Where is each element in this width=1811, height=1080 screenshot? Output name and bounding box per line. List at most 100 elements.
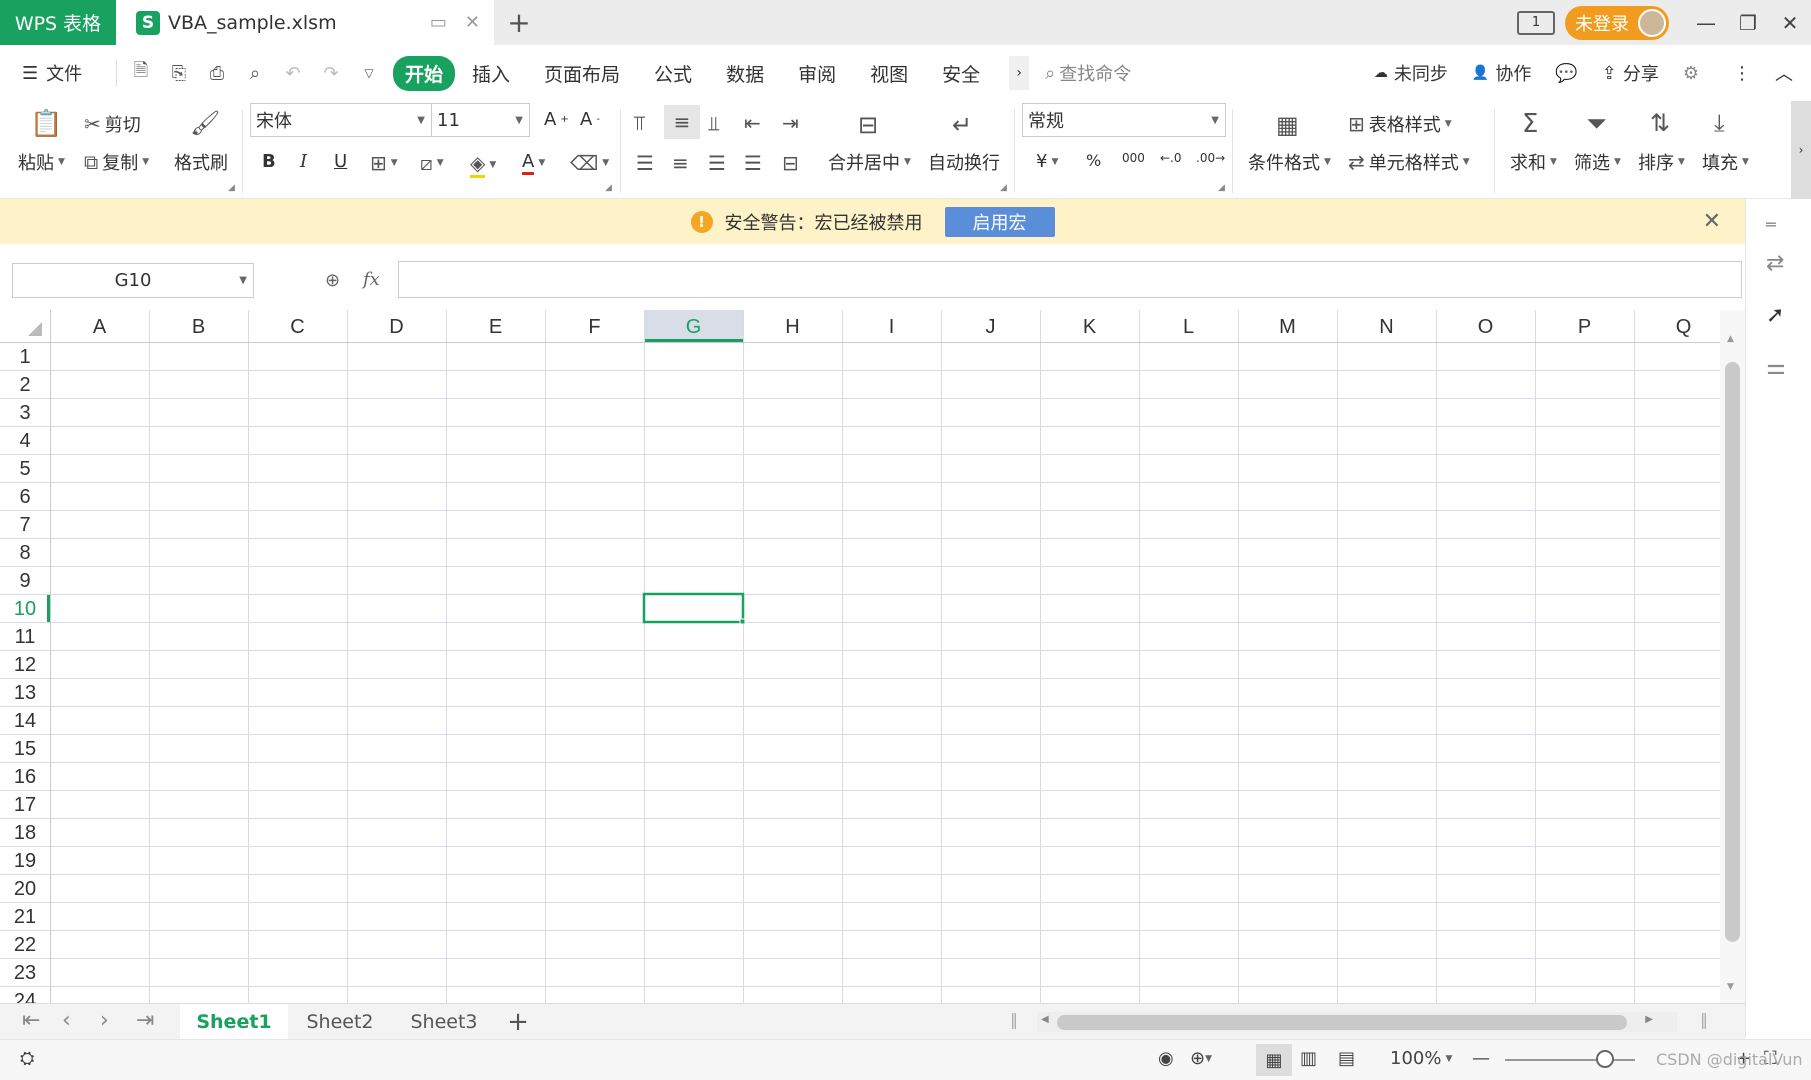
wps-home-tab[interactable]: WPS 表格 [0,0,116,45]
sort-icon[interactable]: ⇅ [1650,109,1670,137]
spreadsheet-grid[interactable]: A B C D E F G H I J K L M N O P Q 1 2 3 4 5 6 7 8 9 10 11 12 13 14 15 16… [0,310,1745,1003]
new-tab-button[interactable]: + [494,0,544,45]
row-header-5[interactable]: 5 [19,458,30,480]
column-header-k[interactable]: K [1083,316,1097,338]
align-top-icon[interactable]: ⫪ [634,111,645,135]
column-header-p[interactable]: P [1578,316,1591,338]
freeze-panes-icon[interactable]: ⊕ ▼ [1190,1048,1212,1069]
scroll-down-arrow-icon[interactable]: ▼ [1727,982,1734,992]
row-header-17[interactable]: 17 [14,794,36,816]
tab-formulas[interactable]: 公式 [637,60,709,87]
row-header-24[interactable]: 24 [14,990,36,1003]
column-header-d[interactable]: D [389,316,403,338]
decrease-indent-icon[interactable]: ⇤ [744,111,761,135]
increase-font-size-icon[interactable]: A + [544,109,569,130]
ribbon-scroll-right-chevron-icon[interactable]: › [1791,101,1811,199]
fill-handle[interactable] [739,618,746,625]
export-pdf-icon[interactable]: ⎘ [169,63,189,84]
conditional-format-icon[interactable]: ▦ [1276,111,1299,139]
add-sheet-button[interactable]: + [500,1004,536,1039]
file-menu[interactable]: ☰ 文件 [0,60,110,86]
column-header-j[interactable]: J [986,316,996,338]
zoom-level[interactable]: 100% ▼ [1390,1048,1452,1069]
zoom-slider[interactable] [1505,1059,1635,1061]
collapse-ribbon-icon[interactable]: ︿ [1763,60,1805,86]
align-left-icon[interactable]: ☰ [636,151,654,175]
window-layout-icon[interactable]: 1 [1517,10,1555,35]
table-style-button[interactable]: ⊞ 表格样式 ▼ [1348,111,1452,137]
first-sheet-icon[interactable]: ⇤ [22,1008,40,1033]
fill-down-icon[interactable]: ⤓ [1714,109,1725,137]
clear-format-icon[interactable]: ⌫ ▼ [570,151,609,175]
number-format-select[interactable]: 常规 ▼ [1022,103,1226,137]
command-search[interactable]: ⌕ 查找命令 [1045,60,1131,86]
row-header-7[interactable]: 7 [19,514,30,536]
close-tab-icon[interactable]: ✕ [465,12,480,33]
more-tabs-chevron-icon[interactable]: › [1009,56,1030,90]
align-middle-icon[interactable]: ≡ [664,105,700,139]
cut-button[interactable]: ✂ 剪切 [84,111,141,137]
row-header-11[interactable]: 11 [15,626,36,648]
format-painter-button[interactable]: 格式刷 [174,149,228,175]
print-preview-icon[interactable]: ⌕ [245,63,265,84]
selected-cell[interactable] [642,592,745,624]
font-name-select[interactable]: 宋体 ▼ [250,103,432,137]
undo-icon[interactable]: ↶ [283,63,303,84]
row-header-20[interactable]: 20 [14,878,36,900]
close-warning-icon[interactable]: ✕ [1703,209,1721,234]
panel-handle-icon[interactable]: ═ [1766,215,1776,234]
filter-funnel-icon[interactable]: ⏷ [1586,109,1607,140]
document-tab[interactable]: S VBA_sample.xlsm ▭ ✕ [116,0,494,45]
restore-icon[interactable]: ❐ [1727,0,1769,45]
insert-function-fx-icon[interactable]: fx [363,269,380,290]
bold-icon[interactable]: B [262,151,276,172]
align-right-icon[interactable]: ☰ [708,151,726,175]
column-header-n[interactable]: N [1379,316,1393,338]
align-center-icon[interactable]: ≡ [672,151,689,175]
tab-security[interactable]: 安全 [925,60,997,87]
font-color-icon[interactable]: A ▼ [522,151,545,175]
tab-view[interactable]: 视图 [853,60,925,87]
row-header-19[interactable]: 19 [14,850,36,872]
row-header-23[interactable]: 23 [14,962,36,984]
enable-macro-button[interactable]: 启用宏 [944,206,1055,237]
share-button[interactable]: ⇪ 分享 [1590,60,1671,86]
format-painter-icon[interactable]: 🖌 [190,109,220,137]
column-header-e[interactable]: E [489,316,502,338]
sum-icon[interactable]: Σ [1522,109,1538,139]
italic-icon[interactable]: I [300,151,307,172]
border-icon[interactable]: ⊞ ▼ [370,151,398,175]
column-header-b[interactable]: B [192,316,205,338]
customize-toolbar-icon[interactable]: ▽ [359,66,379,80]
column-header-i[interactable]: I [889,316,895,338]
column-header-a[interactable]: A [93,316,107,338]
sheet-tab-3[interactable]: Sheet3 [392,1004,496,1039]
grid-canvas[interactable]: A B C D E F G H I J K L M N O P Q12345678910111213141516… [0,310,1720,1003]
sort-button[interactable]: 排序 ▼ [1638,149,1685,175]
formula-input[interactable] [398,261,1742,298]
settings-gear-icon[interactable]: ⚙ [1671,63,1711,84]
more-vertical-icon[interactable]: ⋮ [1721,63,1763,84]
row-header-16[interactable]: 16 [14,766,36,788]
monitor-icon[interactable]: ▭ [430,12,447,33]
fill-button[interactable]: 填充 ▼ [1702,149,1749,175]
column-header-o[interactable]: O [1478,316,1494,338]
sheet-tab-2[interactable]: Sheet2 [288,1004,392,1039]
eye-protection-icon[interactable]: ◉ [1158,1048,1174,1069]
merge-center-icon[interactable]: ⊟ [858,111,878,139]
decrease-font-size-icon[interactable]: A- [580,109,600,130]
row-header-10[interactable]: 10 [14,598,36,620]
thousands-separator-button[interactable]: 000 [1122,151,1145,165]
row-header-12[interactable]: 12 [14,654,36,676]
prev-sheet-icon[interactable]: ‹ [62,1008,71,1033]
alignment-dialog-launcher-icon[interactable]: ◢ [1000,183,1007,193]
currency-button[interactable]: ¥ ▼ [1036,151,1058,172]
merge-center-button[interactable]: 合并居中 ▼ [828,149,911,175]
row-header-6[interactable]: 6 [19,486,30,508]
row-header-13[interactable]: 13 [14,682,36,704]
row-header-18[interactable]: 18 [14,822,36,844]
conditional-format-button[interactable]: 条件格式 ▼ [1248,149,1331,175]
wrap-text-button[interactable]: 自动换行 [928,149,1000,175]
tab-home[interactable]: 开始 [393,55,456,91]
minimize-icon[interactable]: — [1685,0,1727,45]
